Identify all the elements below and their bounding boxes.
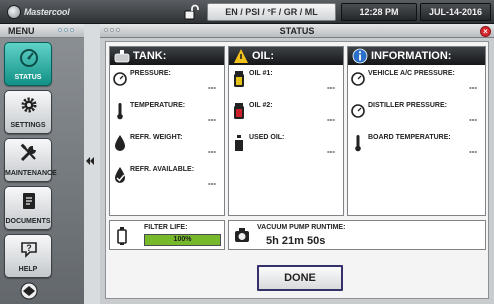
menu-status-button[interactable]: STATUS [4,42,52,86]
filter-icon [117,227,127,245]
logo-text: Mastercool [24,7,70,17]
oil-2-row: OIL #2: --- [229,100,343,132]
tank-refr-available-label: REFR. AVAILABLE: [130,166,195,173]
gear-icon [21,97,37,113]
oil-bottle-yellow-icon [234,71,244,87]
drop-icon [115,135,125,151]
menu-settings-label: SETTINGS [10,122,46,129]
vacuum-pump-value: 5h 21m 50s [266,235,326,247]
distiller-pressure-row: DISTILLER PRESSURE: --- [348,100,485,132]
tank-temperature-value: --- [208,115,216,124]
status-window-header: STATUS × [100,24,494,38]
side-menu: MENU STATUS SETTINGS MAINTENANCE DOCUMEN… [0,24,84,304]
gauge-icon [20,49,38,67]
tank-refr-available-value: --- [208,179,216,188]
menu-title: MENU [8,26,35,36]
board-temperature-label: BOARD TEMPERATURE: [368,134,451,141]
vehicle-ac-pressure-row: VEHICLE A/C PRESSURE: --- [348,68,485,100]
menu-help-label: HELP [18,266,38,273]
tank-header: TANK: [110,47,224,65]
filter-life-progress: 100% [144,234,221,246]
board-temperature-value: --- [469,147,477,156]
used-oil-bottle-icon [235,135,243,151]
logo-emblem-icon [7,5,21,19]
thermometer-icon [117,103,123,120]
menu-documents-label: DOCUMENTS [5,218,51,225]
date-display[interactable]: JUL-14-2016 [420,3,491,21]
information-heading: INFORMATION: [371,50,452,62]
units-selector[interactable]: EN / PSI / °F / GR / ML [207,3,336,21]
tools-icon [20,143,36,162]
menu-status-label: STATUS [14,74,42,81]
oil-heading: OIL: [252,50,274,62]
menu-logo-icon [20,282,38,300]
menu-maintenance-label: MAINTENANCE [5,170,57,177]
used-oil-label: USED OIL: [249,134,285,141]
tank-pressure-value: --- [208,83,216,92]
menu-help-button[interactable]: ? HELP [4,234,52,278]
done-button[interactable]: DONE [257,265,343,291]
oil-panel: OIL: OIL #1: --- OIL #2: --- USED OIL: -… [228,46,344,216]
status-window-title: STATUS [279,26,315,36]
brand-logo: Mastercool [7,4,87,20]
top-status-bar: Mastercool EN / PSI / °F / GR / ML 12:28… [0,0,494,24]
oil-2-label: OIL #2: [249,102,273,109]
vacuum-pump-label: VACUUM PUMP RUNTIME: [257,224,346,231]
tank-temperature-row: TEMPERATURE: --- [110,100,224,132]
menu-documents-button[interactable]: DOCUMENTS [4,186,52,230]
lock-icon[interactable] [183,4,199,20]
collapse-menu-icon[interactable] [85,156,95,166]
distiller-pressure-label: DISTILLER PRESSURE: [368,102,447,109]
vacuum-pump-icon [235,228,249,242]
tank-heading: TANK: [133,50,167,62]
vehicle-ac-pressure-label: VEHICLE A/C PRESSURE: [368,70,455,77]
menu-settings-button[interactable]: SETTINGS [4,90,52,134]
information-header: INFORMATION: [348,47,485,65]
gauge-icon [351,72,365,86]
vehicle-ac-pressure-value: --- [469,83,477,92]
menu-header: MENU [0,24,84,38]
oil-warning-icon [234,49,248,63]
svg-text:?: ? [26,243,32,253]
filter-life-percent: 100% [173,236,192,243]
menu-grip-icon [58,28,74,32]
help-icon: ? [21,242,37,258]
gauge-icon [351,104,365,118]
status-content: TANK: PRESSURE: --- TEMPERATURE: --- REF… [105,41,489,299]
filter-life-box: FILTER LIFE: 100% [109,220,225,250]
used-oil-row: USED OIL: --- [229,132,343,164]
tank-refr-available-row: REFR. AVAILABLE: --- [110,164,224,196]
board-temperature-row: BOARD TEMPERATURE: --- [348,132,485,164]
oil-2-value: --- [327,115,335,124]
oil-bottle-red-icon [234,103,244,119]
tank-temperature-label: TEMPERATURE: [130,102,186,109]
vacuum-pump-box: VACUUM PUMP RUNTIME: 5h 21m 50s [228,220,486,250]
information-panel: INFORMATION: VEHICLE A/C PRESSURE: --- D… [347,46,486,216]
tank-pressure-row: PRESSURE: --- [110,68,224,100]
tank-refr-weight-label: REFR. WEIGHT: [130,134,183,141]
close-window-button[interactable]: × [480,26,491,37]
used-oil-value: --- [327,147,335,156]
tank-pressure-label: PRESSURE: [130,70,171,77]
document-icon [23,193,35,209]
status-window: STATUS × TANK: PRESSURE: --- TEMPERATURE… [100,24,494,304]
clock-display[interactable]: 12:28 PM [341,3,417,21]
gauge-icon [113,72,127,86]
thermometer-icon [355,135,361,152]
tank-refr-weight-row: REFR. WEIGHT: --- [110,132,224,164]
filter-life-label: FILTER LIFE: [144,224,188,231]
drop-check-icon [115,167,125,183]
info-icon [352,48,368,64]
distiller-pressure-value: --- [469,115,477,124]
tank-refr-weight-value: --- [208,147,216,156]
oil-1-label: OIL #1: [249,70,273,77]
tank-panel: TANK: PRESSURE: --- TEMPERATURE: --- REF… [109,46,225,216]
oil-header: OIL: [229,47,343,65]
oil-1-value: --- [327,83,335,92]
oil-1-row: OIL #1: --- [229,68,343,100]
tank-icon [114,50,130,63]
menu-maintenance-button[interactable]: MAINTENANCE [4,138,57,182]
